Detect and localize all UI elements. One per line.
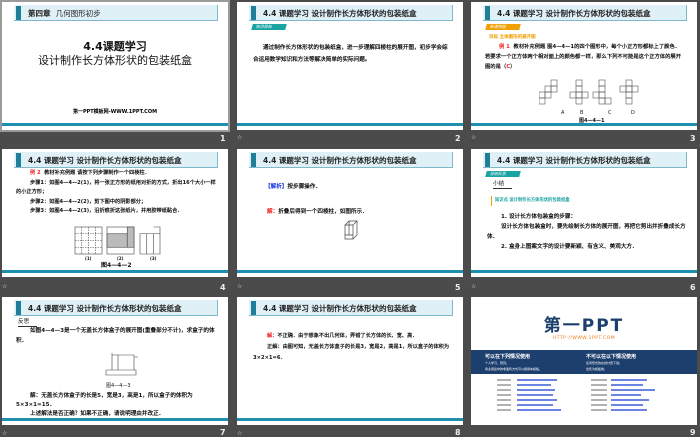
slide-thumbnail-9[interactable]: 第一PPT HTTP://WWW.1PPT.COM 可以在下列情况使用 个人学习…	[471, 297, 697, 425]
summary-text: 1. 设计长方体包装盒的步骤： 设计长方体包装盒时，要先绘制长方体的展开图，再把…	[487, 214, 686, 250]
question-text: 如图4—4—3是一个无盖长方体盒子的展开图(重叠部分不计)，求盒子的体积．	[16, 328, 215, 344]
slide-header-title: 4.4 课题学习 设计制作长方体形状的包装纸盒	[28, 304, 182, 313]
slide-thumbnail-4[interactable]: 4.4 课题学习 设计制作长方体形状的包装纸盒 例 2 教材补充例题 请按下列步…	[2, 149, 228, 277]
resource-links	[497, 379, 655, 411]
usage-banner: 可以在下列情况使用 个人学习、研究； 商业用途中的非盈利方式可以借用本模板。 不…	[471, 350, 697, 374]
animation-icon[interactable]: ☆	[2, 283, 7, 290]
option-label: A	[561, 110, 565, 116]
slide-body: 通过制作长方体形状的包装纸盒，进一步理解四棱柱的展开图，初步学会综合运用数学知识…	[253, 45, 448, 63]
ppt-logo: 第一PPT	[543, 316, 625, 336]
sub-caption: (3)	[150, 256, 157, 261]
animation-icon[interactable]: ☆	[237, 430, 242, 437]
fold-figures	[74, 226, 161, 255]
example-text: 例 1 教材补充例题 图4—4—1的四个图形中，每个小正方形都标上了颜色．若要求…	[485, 44, 681, 70]
figure-caption: 图4—4—3	[106, 383, 131, 389]
slide-number: 2	[455, 134, 461, 143]
solution-text: 解：无盖长方体盒子的长是5，宽是3，高是1，所以盒子的体积为5×3×1=15． …	[16, 393, 193, 417]
chapter-header: 第四章 几何图形初步	[14, 5, 218, 21]
sub-caption: (1)	[85, 256, 92, 261]
slide-thumbnail-3[interactable]: 4.4 课题学习 设计制作长方体形状的包装纸盒 新课突破 目标 立体图形的展开图…	[471, 2, 697, 130]
option-label: D	[631, 110, 635, 116]
animation-icon[interactable]: ☆	[471, 283, 476, 290]
prism-figure	[344, 220, 358, 240]
net-figure	[105, 353, 138, 376]
slide-thumbnail-6[interactable]: 4.4 课题学习 设计制作长方体形状的包装纸盒 总结反思 小结 知识点 设计制作…	[471, 149, 697, 277]
slide-number: 5	[455, 283, 461, 292]
slide-header-title: 4.4 课题学习 设计制作长方体形状的包装纸盒	[28, 156, 182, 165]
slide-header-title: 4.4 课题学习 设计制作长方体形状的包装纸盒	[497, 9, 651, 18]
slide-thumbnail-7[interactable]: 4.4 课题学习 设计制作长方体形状的包装纸盒 反思 如图4—4—3是一个无盖长…	[2, 297, 228, 425]
slide-number: 4	[220, 283, 226, 292]
option-label: B	[580, 110, 584, 116]
solution-text: 解：折叠后得到一个四棱柱，如图所示．	[267, 209, 368, 215]
slide-header-title: 4.4 课题学习 设计制作长方体形状的包装纸盒	[263, 156, 417, 165]
analysis-text: 【解析】按步骤操作．	[265, 184, 321, 190]
slide-thumbnail-1[interactable]: 第四章 几何图形初步 4.4课题学习 设计制作长方体形状的包装纸盒 第一PPT模…	[0, 0, 230, 132]
sub-caption: (2)	[117, 256, 124, 261]
section-tag: 新课突破	[485, 24, 521, 30]
slide-thumbnail-2[interactable]: 4.4 课题学习 设计制作长方体形状的包装纸盒 知识目标 通过制作长方体形状的包…	[237, 2, 463, 130]
knowledge-point: 知识点 设计制作长方体形状的包装纸盒	[491, 196, 570, 206]
slide-number: 9	[690, 428, 696, 437]
slide-thumbnail-5[interactable]: 4.4 课题学习 设计制作长方体形状的包装纸盒 【解析】按步骤操作． 解：折叠后…	[237, 149, 463, 277]
slide-number: 3	[690, 134, 696, 143]
slide-header-title: 4.4 课题学习 设计制作长方体形状的包装纸盒	[497, 156, 651, 165]
slide-header-title: 4.4 课题学习 设计制作长方体形状的包装纸盒	[263, 9, 417, 18]
site-text: 第一PPT模板网-WWW.1PPT.COM	[72, 109, 158, 115]
animation-icon[interactable]: ☆	[237, 283, 242, 290]
chapter-label: 第四章 几何图形初步	[28, 9, 101, 18]
summary-label: 小结	[493, 180, 513, 189]
slide-number: 8	[455, 428, 461, 437]
slide-number: 1	[220, 134, 226, 143]
solution-text: 解：不正确．由于想象不出几何体，弄错了长方体的长、宽、高． 正解：由图可知，无盖…	[253, 333, 450, 361]
reflect-label: 反思	[18, 318, 38, 327]
animation-icon[interactable]: ☆	[471, 134, 476, 141]
option-label: C	[608, 110, 612, 116]
slide-number: 6	[690, 283, 696, 292]
slide-thumbnail-8[interactable]: 4.4 课题学习 设计制作长方体形状的包装纸盒 解：不正确．由于想象不出几何体，…	[237, 297, 463, 425]
logo-url: HTTP://WWW.1PPT.COM	[552, 336, 616, 341]
figure-caption: 图4—4—2	[101, 262, 132, 269]
animation-icon[interactable]: ☆	[2, 430, 7, 437]
animation-icon[interactable]: ☆	[237, 134, 242, 141]
slide-number: 7	[220, 428, 226, 437]
section-tag: 总结反思	[485, 171, 521, 177]
slide-title: 4.4课题学习 设计制作长方体形状的包装纸盒	[38, 40, 192, 67]
slide-header-title: 4.4 课题学习 设计制作长方体形状的包装纸盒	[263, 304, 417, 313]
example-text: 例 2 教材补充例题 请按下列步骤制作一个四棱柱． 步骤1：如图4—4—2(1)…	[16, 170, 216, 214]
section-tag: 知识目标	[251, 24, 287, 30]
